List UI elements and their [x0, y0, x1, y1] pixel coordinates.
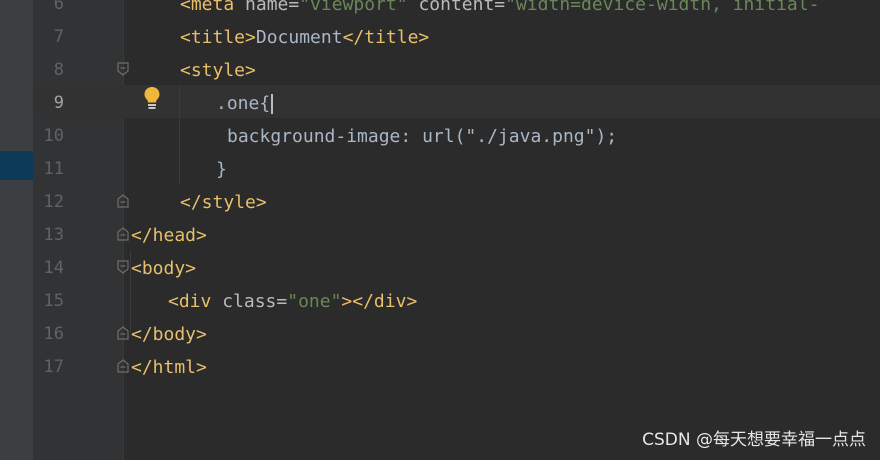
fold-marker-icon[interactable]: [117, 62, 129, 76]
line-number[interactable]: 15: [34, 285, 64, 318]
line-number[interactable]: 11: [34, 153, 64, 186]
line-number[interactable]: 13: [34, 219, 64, 252]
line-number[interactable]: 12: [34, 186, 64, 219]
line-number[interactable]: 8: [34, 54, 64, 87]
line-number[interactable]: 17: [34, 351, 64, 384]
line-number[interactable]: 16: [34, 318, 64, 351]
fold-marker-icon[interactable]: [117, 359, 129, 373]
code-line-10[interactable]: background-image: url("./java.png");: [227, 120, 617, 153]
code-line-15[interactable]: <div class="one"></div>: [168, 285, 417, 318]
indent-guide: [179, 85, 180, 184]
fold-marker-icon[interactable]: [117, 194, 129, 208]
code-line-13[interactable]: </head>: [131, 219, 207, 252]
line-number[interactable]: 14: [34, 252, 64, 285]
code-line-12[interactable]: </style>: [180, 186, 267, 219]
fold-marker-icon[interactable]: [117, 260, 129, 274]
line-number[interactable]: 6: [34, 0, 64, 21]
left-tool-strip: [0, 0, 34, 460]
code-line-7[interactable]: <title>Document</title>: [180, 21, 429, 54]
code-line-9[interactable]: .one{: [216, 87, 274, 120]
line-number[interactable]: 7: [34, 21, 64, 54]
line-number[interactable]: 10: [34, 120, 64, 153]
code-line-14[interactable]: <body>: [131, 252, 196, 285]
lightbulb-icon[interactable]: [143, 86, 161, 110]
code-line-16[interactable]: </body>: [131, 318, 207, 351]
fold-marker-icon[interactable]: [117, 326, 129, 340]
code-line-6[interactable]: <meta name="viewport" content="width=dev…: [180, 0, 819, 21]
watermark: CSDN @每天想要幸福一点点: [642, 430, 866, 450]
fold-marker-icon[interactable]: [117, 227, 129, 241]
code-line-17[interactable]: </html>: [131, 351, 207, 384]
code-line-11[interactable]: }: [216, 153, 227, 186]
text-caret: [271, 94, 274, 114]
project-selection-marker: [0, 151, 33, 180]
line-number-active[interactable]: 9: [34, 87, 64, 120]
code-line-8[interactable]: <style>: [180, 54, 256, 87]
